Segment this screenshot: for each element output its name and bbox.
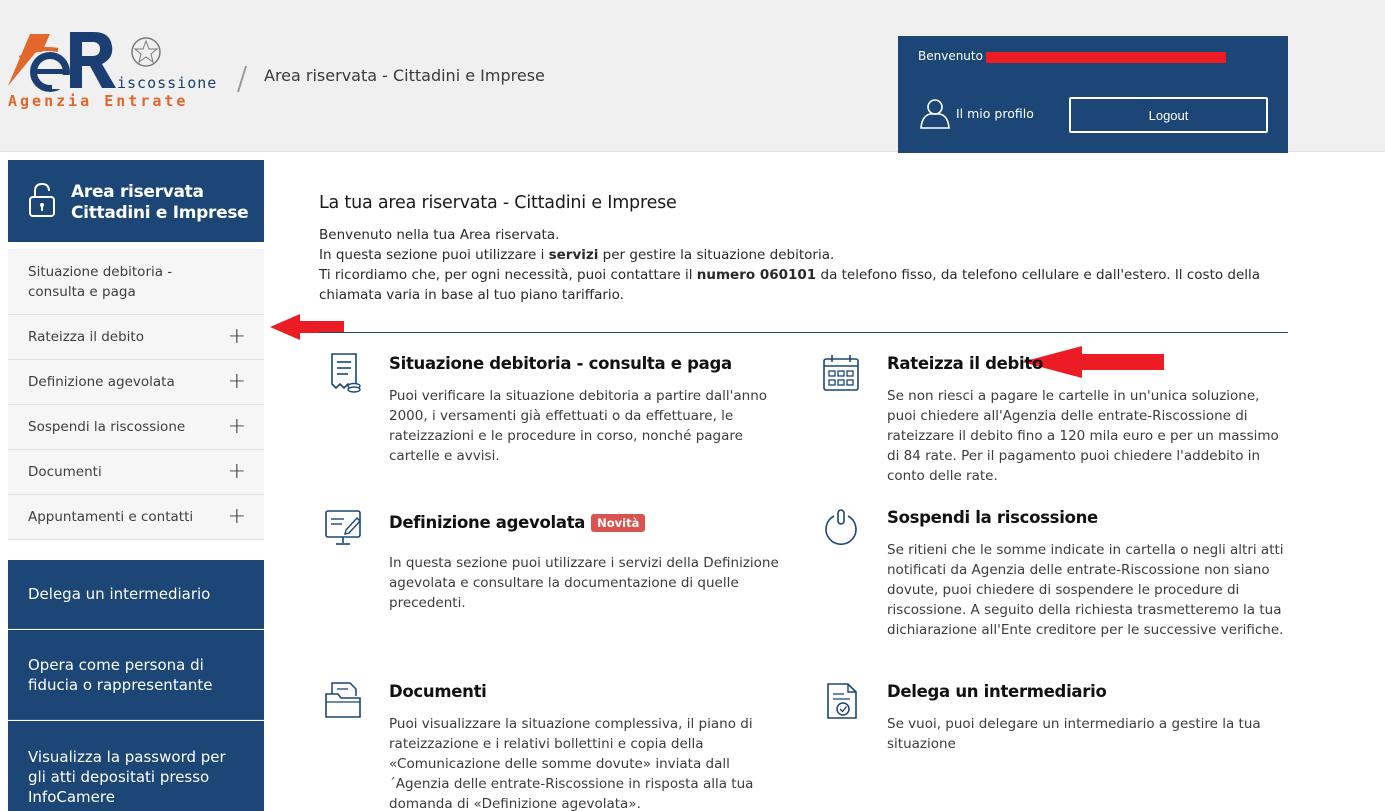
persona-fiducia-link[interactable]: Opera come persona di fiducia o rapprese…	[8, 630, 264, 720]
sidebar-heading-line2: Cittadini e Imprese	[71, 203, 249, 223]
expand-plus-icon[interactable]: +	[228, 506, 246, 528]
sidebar-item-definizione-agevolata[interactable]: Definizione agevolata +	[8, 360, 264, 405]
sidebar-menu: Situazione debitoria - consulta e paga R…	[8, 249, 264, 540]
card-title-text: Definizione agevolata	[389, 513, 586, 532]
sidebar-item-label: Definizione agevolata	[28, 374, 175, 390]
lock-open-icon	[29, 182, 55, 217]
sidebar-block-label: Opera come persona di fiducia o rapprese…	[28, 655, 213, 694]
page-header: iscossione Agenzia Entrate Area riservat…	[0, 0, 1385, 153]
calendar-icon	[823, 355, 859, 391]
phone-number: numero 060101	[696, 267, 817, 283]
card-title-text: Documenti	[389, 682, 487, 701]
card-description: Puoi visualizzare la situazione compless…	[389, 716, 754, 811]
annotation-arrow-left	[270, 314, 344, 340]
power-icon	[825, 509, 857, 545]
monitor-edit-icon	[325, 510, 361, 545]
sidebar-item-label: Documenti	[28, 464, 102, 480]
card-description: Se non riesci a pagare le cartelle in un…	[887, 388, 1279, 484]
intro-line: Benvenuto nella tua Area riservata.	[319, 227, 560, 243]
sidebar-item-sospendi[interactable]: Sospendi la riscossione +	[8, 405, 264, 450]
intro-text-part: per gestire la situazione debitoria.	[598, 247, 835, 263]
expand-plus-icon[interactable]: +	[228, 326, 246, 348]
user-panel: Benvenuto Il mio profilo Logout	[898, 36, 1288, 153]
sidebar-item-rateizza[interactable]: Rateizza il debito +	[8, 315, 264, 360]
intro-line: Ti ricordiamo che, per ogni necessità, p…	[319, 265, 1279, 305]
card-title-delega-intermediario[interactable]: Delega un intermediario	[887, 682, 1107, 701]
sidebar-block-label: Delega un intermediario	[28, 585, 211, 603]
card-title-rateizza[interactable]: Rateizza il debito	[887, 354, 1043, 373]
card-title-situazione-debitoria[interactable]: Situazione debitoria - consulta e paga	[389, 354, 732, 373]
intro-text-part: Ti ricordiamo che, per ogni necessità, p…	[319, 267, 697, 283]
sidebar-item-situazione-debitoria[interactable]: Situazione debitoria - consulta e paga	[8, 249, 264, 315]
sidebar-item-documenti[interactable]: Documenti +	[8, 450, 264, 495]
document-delegate-icon	[827, 683, 857, 719]
intro-text-part: In questa sezione puoi utilizzare i	[319, 247, 549, 263]
card-title-definizione-agevolata[interactable]: Definizione agevolata Novità	[389, 513, 646, 532]
header-separator	[237, 65, 247, 93]
sidebar-item-label: Sospendi la riscossione	[28, 419, 186, 435]
logo-brand-line1: iscossione	[117, 74, 218, 92]
sidebar-heading: Area riservata Cittadini e Imprese	[8, 160, 264, 242]
sidebar-heading-line1: Area riservata	[71, 182, 204, 202]
card-description: Puoi verificare la situazione debitoria …	[389, 388, 768, 464]
password-infocamere-link[interactable]: Visualizza la password per gli atti depo…	[8, 721, 264, 811]
main-title: La tua area riservata - Cittadini e Impr…	[319, 193, 677, 213]
redacted-username	[986, 52, 1226, 63]
card-description: In questa sezione puoi utilizzare i serv…	[389, 555, 779, 611]
card-description: Se vuoi, puoi delegare un intermediario …	[887, 716, 1261, 752]
welcome-text: Benvenuto	[918, 49, 983, 63]
card-title-text: Delega un intermediario	[887, 682, 1107, 701]
sidebar-block-label: Visualizza la password per gli atti depo…	[28, 748, 226, 806]
logout-button[interactable]: Logout	[1069, 97, 1268, 133]
intro-line: In questa sezione puoi utilizzare i serv…	[319, 245, 1279, 265]
receipt-icon	[331, 353, 361, 393]
card-title-text: Sospendi la riscossione	[887, 508, 1098, 527]
agenzia-entrate-riscossione-logo[interactable]: iscossione Agenzia Entrate	[6, 28, 232, 112]
my-profile-link[interactable]: Il mio profilo	[918, 96, 1034, 130]
intro-bold: servizi	[548, 247, 599, 263]
sidebar-item-label: Appuntamenti e contatti	[28, 509, 194, 525]
section-divider	[319, 332, 1288, 333]
expand-plus-icon[interactable]: +	[228, 416, 246, 438]
user-icon	[920, 99, 950, 129]
card-description: Se ritieni che le somme indicate in cart…	[887, 542, 1284, 638]
card-title-documenti[interactable]: Documenti	[389, 682, 487, 701]
logo-brand-line2: Agenzia Entrate	[8, 92, 189, 110]
card-title-text: Situazione debitoria - consulta e paga	[389, 354, 732, 373]
expand-plus-icon[interactable]: +	[228, 371, 246, 393]
card-title-text: Rateizza il debito	[887, 354, 1044, 373]
page-title-header: Area riservata - Cittadini e Imprese	[264, 66, 545, 85]
folder-documents-icon	[325, 682, 361, 718]
sidebar-item-appuntamenti[interactable]: Appuntamenti e contatti +	[8, 495, 264, 540]
sidebar-item-label: Rateizza il debito	[28, 329, 144, 345]
intro-text: Benvenuto nella tua Area riservata. In q…	[319, 225, 1279, 305]
card-title-sospendi-riscossione[interactable]: Sospendi la riscossione	[887, 508, 1098, 527]
delega-intermediario-link[interactable]: Delega un intermediario	[8, 560, 264, 629]
sidebar-item-label: Situazione debitoria - consulta e paga	[28, 263, 173, 300]
expand-plus-icon[interactable]: +	[228, 461, 246, 483]
my-profile-label: Il mio profilo	[956, 105, 1034, 121]
novita-badge: Novità	[591, 513, 646, 532]
